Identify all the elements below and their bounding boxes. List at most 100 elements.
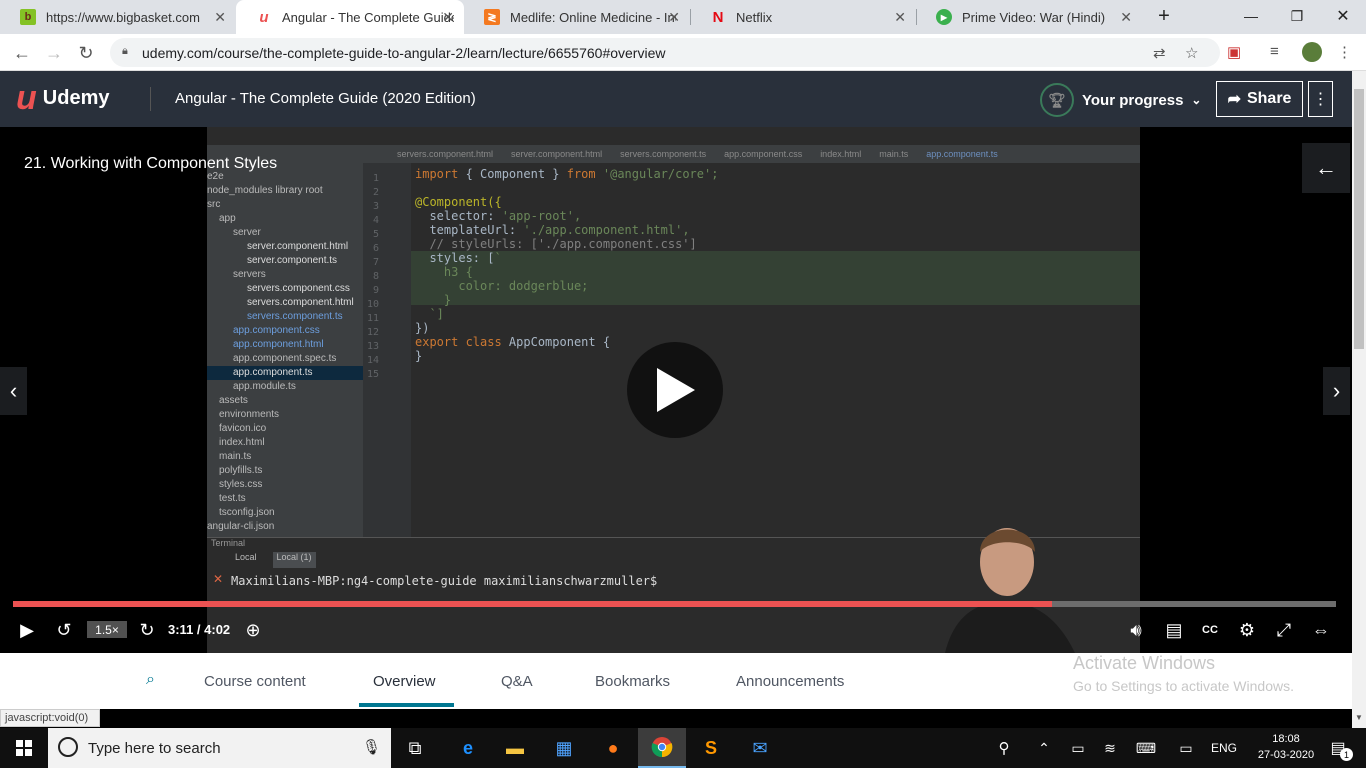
forward-arrow-icon[interactable]: → — [41, 40, 67, 66]
close-icon[interactable]: ✕ — [668, 9, 680, 26]
line-number: 12 — [367, 327, 380, 338]
browser-tab-netflix[interactable]: N Netflix ✕ — [690, 0, 916, 34]
code-line: import { Component } from '@angular/core… — [415, 167, 719, 181]
mail-icon[interactable]: ✉ — [736, 728, 784, 768]
line-number: 5 — [373, 229, 380, 240]
tree-item: app.component.html — [233, 339, 324, 350]
search-icon[interactable]: ⌕ — [146, 671, 155, 689]
reload-icon[interactable]: ↻ — [73, 40, 99, 66]
url-text: udemy.com/course/the-complete-guide-to-a… — [142, 44, 666, 61]
bookmark-star-icon[interactable]: ☆ — [1185, 44, 1198, 62]
sublime-text-icon[interactable]: S — [687, 728, 735, 768]
previous-lecture-arrow[interactable]: ‹ — [0, 367, 27, 415]
media-list-icon[interactable]: ≡ — [1270, 43, 1279, 60]
notification-center-icon[interactable]: ▤ 1 — [1318, 728, 1358, 768]
line-number: 13 — [367, 341, 380, 352]
line-number: 15 — [367, 369, 380, 380]
browser-tab-prime-video[interactable]: ▶ Prime Video: War (Hindi) ✕ — [916, 0, 1142, 34]
ide-tab: server.component.html — [511, 149, 603, 159]
restore-button[interactable]: ❐ — [1274, 0, 1320, 32]
display-icon[interactable]: ▭ — [1166, 728, 1206, 768]
tree-item: servers.component.css — [247, 283, 350, 294]
language-indicator[interactable]: ENG — [1206, 728, 1242, 768]
browser-tab-bigbasket[interactable]: b https://www.bigbasket.com ✕ — [0, 0, 236, 34]
code-line: }) — [415, 321, 430, 335]
line-number: 3 — [373, 201, 380, 212]
taskbar-search-input[interactable]: Type here to search 🎙︎ — [48, 728, 391, 768]
expand-theater-icon[interactable]: ⇔ — [1307, 617, 1335, 643]
close-window-button[interactable]: ✕ — [1320, 0, 1366, 32]
cortana-circle-icon — [58, 737, 78, 757]
playback-rate-button[interactable]: 1.5× — [87, 621, 127, 638]
battery-icon[interactable]: ▭ — [1062, 728, 1094, 768]
chrome-icon[interactable] — [638, 728, 686, 768]
more-options-button[interactable]: ⋮ — [1308, 81, 1333, 117]
ide-project-tree: e2e node_modules library root src app se… — [207, 163, 363, 537]
tab-announcements[interactable]: Announcements — [736, 673, 844, 690]
collapse-sidebar-arrow[interactable]: ← — [1302, 143, 1350, 193]
tab-qa[interactable]: Q&A — [501, 673, 533, 690]
scrollbar-thumb[interactable] — [1354, 89, 1364, 349]
volume-icon[interactable]: 🔊︎ — [1124, 617, 1148, 643]
transcript-icon[interactable]: ▤ — [1162, 617, 1186, 643]
line-number: 2 — [373, 187, 380, 198]
close-icon[interactable]: ✕ — [442, 9, 454, 26]
task-view-icon[interactable]: ⧉ — [391, 728, 439, 768]
edge-icon[interactable]: e — [444, 728, 492, 768]
next-lecture-arrow[interactable]: › — [1323, 367, 1350, 415]
back-arrow-icon[interactable]: ← — [9, 40, 35, 66]
keyboard-icon[interactable]: ⌨ — [1126, 728, 1166, 768]
tab-course-content[interactable]: Course content — [204, 673, 306, 690]
code-line: export class AppComponent { — [415, 335, 611, 349]
translate-icon[interactable]: ⇄ — [1153, 44, 1166, 62]
forward-icon[interactable]: ↻ — [135, 617, 159, 643]
settings-gear-icon[interactable]: ⚙ — [1235, 617, 1259, 643]
page-scrollbar[interactable]: ▼ — [1352, 71, 1366, 728]
close-icon: ✕ — [213, 572, 224, 586]
close-icon[interactable]: ✕ — [214, 9, 226, 26]
tab-overview[interactable]: Overview — [373, 673, 436, 690]
minimize-button[interactable]: — — [1228, 0, 1274, 32]
share-arrow-icon: ➦ — [1227, 91, 1241, 108]
share-button[interactable]: ➦ Share — [1216, 81, 1303, 117]
code-line: // styleUrls: ['./app.component.css'] — [415, 237, 697, 251]
tree-item: server.component.ts — [247, 255, 338, 266]
url-bar[interactable]: 🔒︎ udemy.com/course/the-complete-guide-t… — [110, 38, 1220, 67]
system-clock[interactable]: 18:08 27-03-2020 — [1256, 731, 1316, 763]
browser-tab-medlife[interactable]: ≷ Medlife: Online Medicine - Ind ✕ — [464, 0, 690, 34]
avatar[interactable] — [1302, 42, 1322, 62]
course-title[interactable]: Angular - The Complete Guide (2020 Editi… — [175, 90, 476, 107]
rewind-icon[interactable]: ↺ — [52, 617, 76, 643]
tree-item: main.ts — [219, 451, 252, 462]
new-tab-button[interactable]: + — [1142, 0, 1186, 32]
store-icon[interactable]: ▦ — [540, 728, 588, 768]
udemy-logo[interactable]: u Udemy — [16, 81, 109, 115]
file-explorer-icon[interactable]: ▬ — [491, 728, 539, 768]
ide-tab: app.component.css — [724, 149, 803, 159]
ide-tab: main.ts — [879, 149, 909, 159]
progress-dropdown[interactable]: 🏆︎ Your progress ⌄ — [1040, 83, 1201, 117]
chevron-up-icon[interactable]: ⌃ — [1026, 728, 1062, 768]
pdf-extension-icon[interactable]: ▣ — [1227, 43, 1241, 61]
play-overlay-button[interactable] — [627, 342, 723, 438]
people-icon[interactable]: ⚲ — [984, 728, 1024, 768]
add-bookmark-icon[interactable]: ⊕ — [242, 617, 264, 643]
video-player[interactable]: servers.component.html server.component.… — [0, 127, 1352, 653]
tab-bookmarks[interactable]: Bookmarks — [595, 673, 670, 690]
tree-item: favicon.ico — [219, 423, 267, 434]
wifi-icon[interactable]: ≋ — [1094, 728, 1126, 768]
play-button[interactable]: ▶ — [14, 617, 40, 643]
udemy-icon: u — [259, 8, 269, 26]
firefox-icon[interactable]: ● — [589, 728, 637, 768]
close-icon[interactable]: ✕ — [1120, 9, 1132, 26]
prime-video-icon: ▶ — [936, 9, 952, 25]
browser-tab-udemy[interactable]: u Angular - The Complete Guide ✕ — [236, 0, 464, 34]
microphone-icon[interactable]: 🎙︎ — [362, 738, 381, 756]
seek-bar[interactable] — [13, 601, 1336, 607]
close-icon[interactable]: ✕ — [894, 9, 906, 26]
fullscreen-icon[interactable]: ⤢ — [1272, 617, 1296, 643]
captions-icon[interactable]: CC — [1198, 617, 1222, 643]
scroll-down-arrow-icon[interactable]: ▼ — [1355, 713, 1363, 722]
menu-dots-icon[interactable]: ⋮ — [1337, 43, 1352, 61]
windows-start-icon[interactable] — [0, 728, 48, 768]
